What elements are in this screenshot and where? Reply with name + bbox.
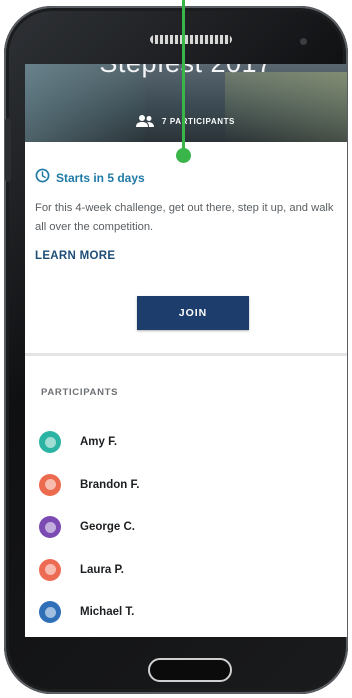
event-header-image: Stepfest 2017 7 PARTICIPANTS <box>25 64 347 142</box>
people-icon <box>135 114 155 128</box>
event-title: Stepfest 2017 <box>25 64 347 79</box>
home-button[interactable] <box>148 658 232 682</box>
participant-row[interactable]: Amy F. <box>39 421 139 464</box>
starts-info: Starts in 5 days <box>35 168 145 188</box>
avatar <box>39 516 61 539</box>
join-button[interactable]: JOIN <box>137 296 249 330</box>
callout-pointer-dot <box>176 148 191 163</box>
speaker-grille <box>150 35 232 44</box>
avatar <box>39 558 61 581</box>
clock-icon <box>35 168 50 188</box>
avatar-glyph <box>44 436 56 448</box>
participants-count-label: 7 PARTICIPANTS <box>162 116 235 126</box>
participant-name: Michael T. <box>80 606 135 619</box>
avatar-glyph <box>44 479 56 491</box>
avatar <box>39 431 61 454</box>
participant-row[interactable]: George C. <box>39 506 139 549</box>
participants-section-title: PARTICIPANTS <box>41 387 119 398</box>
avatar-glyph <box>44 606 56 618</box>
participant-name: Laura P. <box>80 563 124 576</box>
participant-row[interactable]: Michael T. <box>39 591 139 634</box>
participant-name: Amy F. <box>80 436 118 449</box>
side-button <box>5 118 11 182</box>
avatar-glyph <box>44 564 56 576</box>
starts-label: Starts in 5 days <box>56 171 145 185</box>
avatar <box>39 473 61 496</box>
avatar-glyph <box>44 521 56 533</box>
learn-more-link[interactable]: LEARN MORE <box>35 250 115 262</box>
avatar <box>39 601 61 624</box>
participants-count: 7 PARTICIPANTS <box>135 114 235 128</box>
participant-name: Brandon F. <box>80 478 140 491</box>
participant-row[interactable]: Laura P. <box>39 549 139 592</box>
event-description: For this 4-week challenge, get out there… <box>35 202 334 233</box>
section-divider <box>25 353 347 356</box>
front-camera <box>300 38 307 45</box>
header-texture-right <box>225 72 347 142</box>
callout-pointer-line <box>182 0 185 152</box>
participant-name: George C. <box>80 521 135 534</box>
participant-row[interactable]: Brandon F. <box>39 464 139 507</box>
participants-list: Amy F. Brandon F. George C. Laura P. Mic… <box>39 421 139 634</box>
